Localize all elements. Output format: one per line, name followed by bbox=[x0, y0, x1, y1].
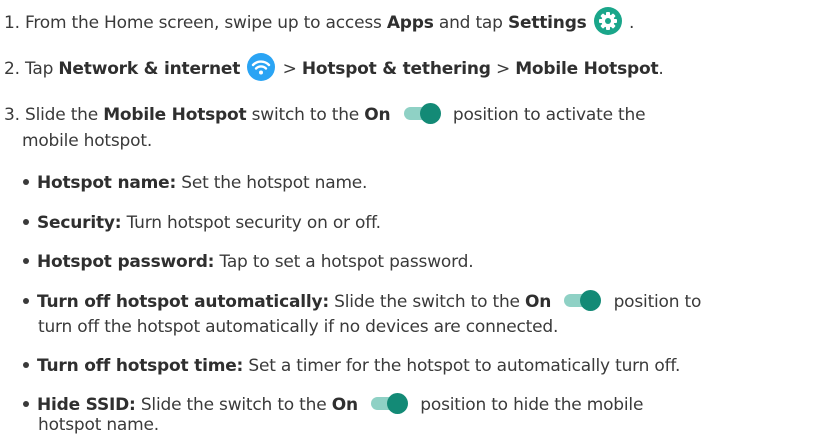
mobile-hotspot-label: Mobile Hotspot bbox=[515, 59, 659, 79]
step-2-text: 2. Tap bbox=[4, 59, 59, 79]
step-3-continuation: mobile hotspot. bbox=[22, 131, 153, 151]
list-item: Hotspot name: Set the hotspot name. bbox=[23, 172, 367, 195]
on-label: On bbox=[364, 105, 391, 125]
bullet-icon bbox=[23, 361, 29, 368]
bullet-icon bbox=[23, 400, 29, 407]
mobile-hotspot-label: Mobile Hotspot bbox=[103, 105, 247, 125]
bullet-text: position to hide the mobile bbox=[420, 395, 644, 415]
step-1-text: 1. From the Home screen, swipe up to acc… bbox=[4, 13, 387, 33]
bullet-text: Set a timer for the hotspot to automatic… bbox=[243, 356, 681, 376]
list-item: Security: Turn hotspot security on or of… bbox=[23, 212, 381, 235]
step-3: 3. Slide the Mobile Hotspot switch to th… bbox=[4, 102, 646, 127]
toggle-on-icon bbox=[402, 102, 442, 124]
hotspot-tethering-label: Hotspot & tethering bbox=[301, 59, 491, 79]
instructions-page: 1. From the Home screen, swipe up to acc… bbox=[0, 0, 824, 435]
bullet-icon bbox=[23, 178, 29, 185]
bullet-term: Turn off hotspot automatically: bbox=[37, 292, 329, 312]
bullet-term: Hotspot name: bbox=[37, 173, 177, 193]
step-3-text-2: switch to the bbox=[246, 105, 365, 125]
bullet-term: Hotspot password: bbox=[37, 252, 215, 272]
toggle-on-icon bbox=[369, 392, 409, 414]
separator: > bbox=[490, 59, 516, 79]
list-item: Hotspot password: Tap to set a hotspot p… bbox=[23, 251, 474, 274]
bullet-text: Set the hotspot name. bbox=[176, 173, 368, 193]
bullet-text: position to bbox=[613, 292, 702, 312]
bullet-term: Turn off hotspot time: bbox=[37, 356, 244, 376]
bullet-continuation: hotspot name. bbox=[38, 415, 159, 435]
step-2: 2. Tap Network & internet > Hotspot & te… bbox=[4, 53, 664, 83]
separator: > bbox=[282, 59, 302, 79]
settings-label: Settings bbox=[507, 13, 587, 33]
on-label: On bbox=[331, 395, 358, 415]
gear-icon bbox=[593, 7, 622, 35]
bullet-icon bbox=[23, 297, 29, 304]
step-1-end: . bbox=[623, 13, 635, 33]
bullet-term: Security: bbox=[37, 213, 122, 233]
bullet-text: Tap to set a hotspot password. bbox=[214, 252, 474, 272]
bullet-text: Slide the switch to the bbox=[328, 292, 525, 312]
bullet-text: Turn hotspot security on or off. bbox=[121, 213, 381, 233]
step-3-text: 3. Slide the bbox=[4, 105, 104, 125]
step-3-text-3: position to activate the bbox=[452, 105, 646, 125]
bullet-icon bbox=[23, 218, 29, 225]
bullet-continuation: turn off the hotspot automatically if no… bbox=[38, 317, 559, 337]
step-2-end: . bbox=[658, 59, 664, 79]
step-1: 1. From the Home screen, swipe up to acc… bbox=[4, 7, 635, 37]
step-1-text-2: and tap bbox=[433, 13, 508, 33]
list-item: Turn off hotspot automatically: Slide th… bbox=[23, 289, 702, 314]
bullet-text: Slide the switch to the bbox=[135, 395, 332, 415]
bullet-icon bbox=[23, 257, 29, 264]
wifi-icon bbox=[247, 53, 276, 81]
network-internet-label: Network & internet bbox=[58, 59, 241, 79]
on-label: On bbox=[525, 292, 552, 312]
apps-label: Apps bbox=[386, 13, 434, 33]
bullet-term: Hide SSID: bbox=[37, 395, 136, 415]
toggle-on-icon bbox=[562, 289, 602, 311]
list-item: Turn off hotspot time: Set a timer for t… bbox=[23, 355, 680, 378]
